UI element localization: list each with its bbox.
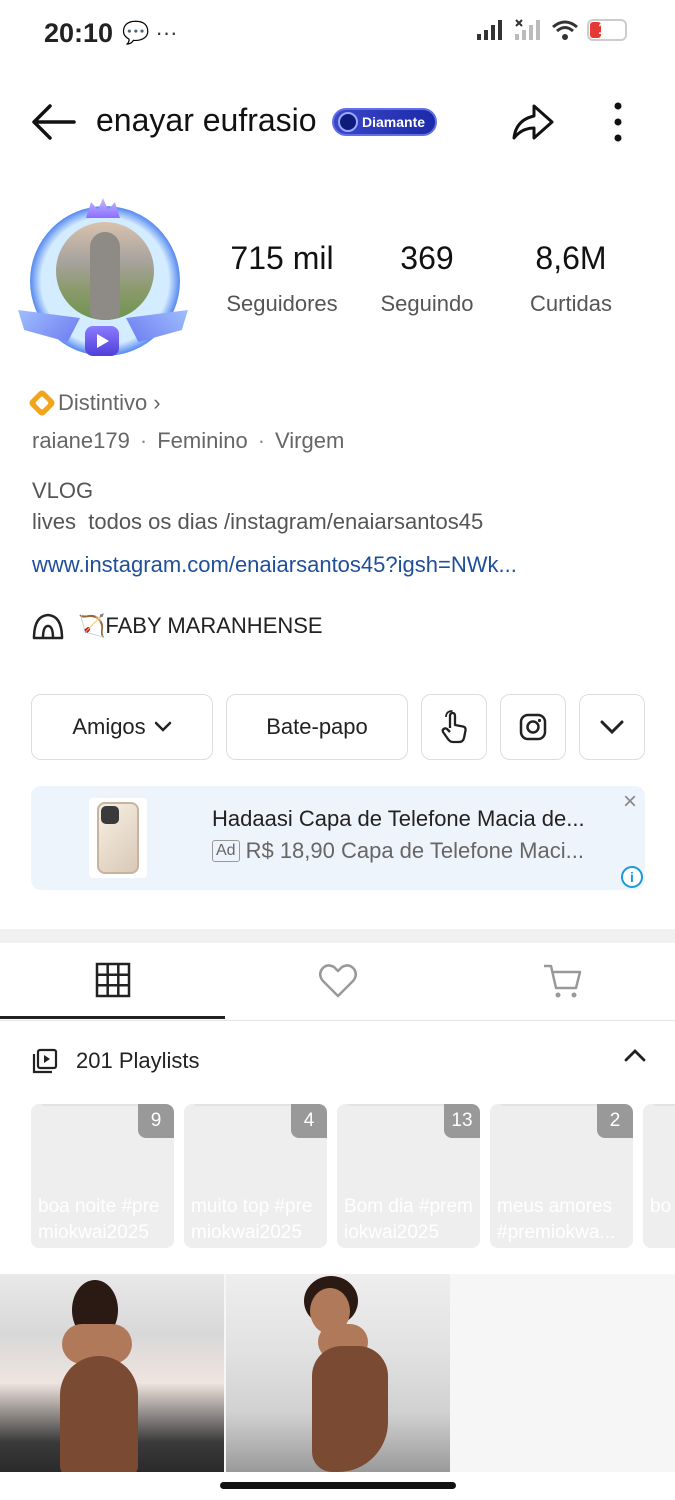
playlist-title: meus amores #premiokwa... (497, 1196, 616, 1243)
playlist-title: Bom dia #premiokwai2025 (344, 1196, 473, 1243)
profile-avatar[interactable] (18, 198, 188, 364)
playlists-header[interactable]: 201 Playlists (32, 1044, 646, 1078)
playlist-card[interactable]: 4 muito top #premiokwai2025 (184, 1104, 327, 1248)
battery-icon: 18 (587, 19, 627, 41)
badge-label: Diamante (362, 114, 426, 130)
share-button[interactable] (508, 100, 558, 144)
battery-level: 18 (598, 21, 616, 38)
grid-icon (95, 962, 130, 997)
profile-stats: 715 mil Seguidores 369 Seguindo 8,6M Cur… (218, 240, 638, 330)
following-label: Seguindo (380, 291, 474, 316)
signal-icon (477, 20, 502, 40)
bio-text: lives todos os dias /instagram/enaiarsan… (32, 509, 484, 534)
content-tabs (0, 943, 675, 1021)
following-count: 369 (400, 240, 454, 276)
playlist-card[interactable]: 2 meus amores #premiokwa... (490, 1104, 633, 1248)
diamond-icon (338, 112, 358, 132)
playlists-carousel: 9 boa noite #premiokwai2025 4 muito top … (31, 1100, 675, 1250)
wifi-icon (552, 20, 578, 40)
group-name: 🏹FABY MARANHENSE (78, 613, 323, 638)
cart-icon (543, 964, 581, 998)
instagram-button[interactable] (500, 694, 566, 760)
profile-username: enayar eufrasio (96, 102, 317, 138)
status-time: 20:10 (44, 18, 114, 48)
share-arrow-icon (512, 104, 554, 140)
video-thumbnail[interactable] (0, 1274, 224, 1472)
ad-info-icon[interactable]: i (621, 866, 643, 888)
profile-gender: Feminino (157, 428, 248, 453)
status-right-icons: 18 (475, 18, 627, 42)
profile-meta: raiane179 · Feminino · Virgem (32, 428, 345, 453)
playlist-card[interactable]: bo em (643, 1104, 675, 1248)
followers-stat[interactable]: 715 mil Seguidores (218, 240, 346, 317)
group-link[interactable]: 🏹FABY MARANHENSE (32, 612, 323, 640)
more-vertical-icon (614, 102, 622, 142)
tap-hand-icon (441, 710, 467, 744)
live-play-icon (85, 326, 119, 356)
chat-label: Bate-papo (266, 714, 368, 739)
chevron-right-icon: › (153, 390, 161, 415)
profile-handle: raiane179 (32, 428, 130, 453)
ad-tag: Ad (212, 840, 240, 862)
chat-button[interactable]: Bate-papo (226, 694, 408, 760)
followers-label: Seguidores (226, 291, 338, 316)
ad-title: Hadaasi Capa de Telefone Macia de... (212, 806, 585, 831)
playlist-icon (32, 1048, 58, 1074)
friends-label: Amigos (72, 714, 146, 739)
distintivo-icon (27, 388, 57, 418)
ad-banner[interactable]: Hadaasi Capa de Telefone Macia de... Ad … (31, 786, 645, 890)
followers-count: 715 mil (230, 240, 334, 276)
tent-icon (32, 613, 64, 640)
more-actions-button[interactable] (579, 694, 645, 760)
bio-link[interactable]: www.instagram.com/enaiarsantos45?igsh=NW… (32, 552, 517, 578)
profile-header: enayar eufrasio Diamante (0, 90, 675, 154)
ad-description-line: Ad R$ 18,90 Capa de Telefone Maci... (212, 838, 612, 864)
instagram-icon (519, 713, 547, 741)
likes-label: Curtidas (530, 291, 612, 316)
chevron-up-icon[interactable] (624, 1048, 646, 1062)
back-button[interactable] (28, 100, 78, 144)
tab-videos[interactable] (0, 943, 225, 1019)
chevron-down-icon (600, 720, 624, 735)
playlist-count: 2 (597, 1104, 633, 1138)
status-bar: 20:10 💬 ··· 18 (0, 0, 675, 66)
section-divider (0, 929, 675, 943)
distintivo-link[interactable]: Distintivo › (27, 388, 161, 418)
video-thumbnail[interactable] (226, 1274, 450, 1472)
bio-title: VLOG (32, 478, 94, 503)
video-grid (0, 1274, 675, 1472)
friends-button[interactable]: Amigos (31, 694, 213, 760)
playlists-title: 201 Playlists (76, 1048, 200, 1073)
following-stat[interactable]: 369 Seguindo (368, 240, 486, 317)
arrow-left-icon (32, 104, 76, 140)
likes-count: 8,6M (535, 240, 607, 276)
crown-icon (86, 198, 120, 218)
playlist-title: boa noite #premiokwai2025 (38, 1196, 160, 1243)
tab-shop[interactable] (450, 943, 675, 1019)
playlist-card[interactable]: 9 boa noite #premiokwai2025 (31, 1104, 174, 1248)
more-options-button[interactable] (600, 100, 636, 144)
notification-icons: 💬 ··· (122, 20, 178, 45)
diamante-badge[interactable]: Diamante (332, 108, 438, 136)
no-signal-icon (515, 19, 540, 40)
ad-close-button[interactable]: × (623, 788, 637, 816)
playlist-title: bo em (650, 1196, 675, 1217)
heart-icon (318, 964, 357, 998)
chevron-down-icon (154, 721, 171, 732)
playlist-count: 9 (138, 1104, 174, 1138)
avatar-photo (56, 222, 154, 320)
playlist-title: muito top #premiokwai2025 (191, 1196, 313, 1243)
profile-sign: Virgem (275, 428, 345, 453)
tab-liked[interactable] (225, 943, 450, 1019)
playlist-count: 13 (444, 1104, 480, 1138)
ad-product-image (89, 798, 147, 878)
likes-stat[interactable]: 8,6M Curtidas (508, 240, 634, 317)
playlist-card[interactable]: 13 Bom dia #premiokwai2025 (337, 1104, 480, 1248)
distintivo-label: Distintivo (58, 390, 148, 415)
home-indicator[interactable] (220, 1482, 456, 1489)
playlist-count: 4 (291, 1104, 327, 1138)
poke-button[interactable] (421, 694, 487, 760)
ad-description: R$ 18,90 Capa de Telefone Maci... (245, 838, 584, 863)
